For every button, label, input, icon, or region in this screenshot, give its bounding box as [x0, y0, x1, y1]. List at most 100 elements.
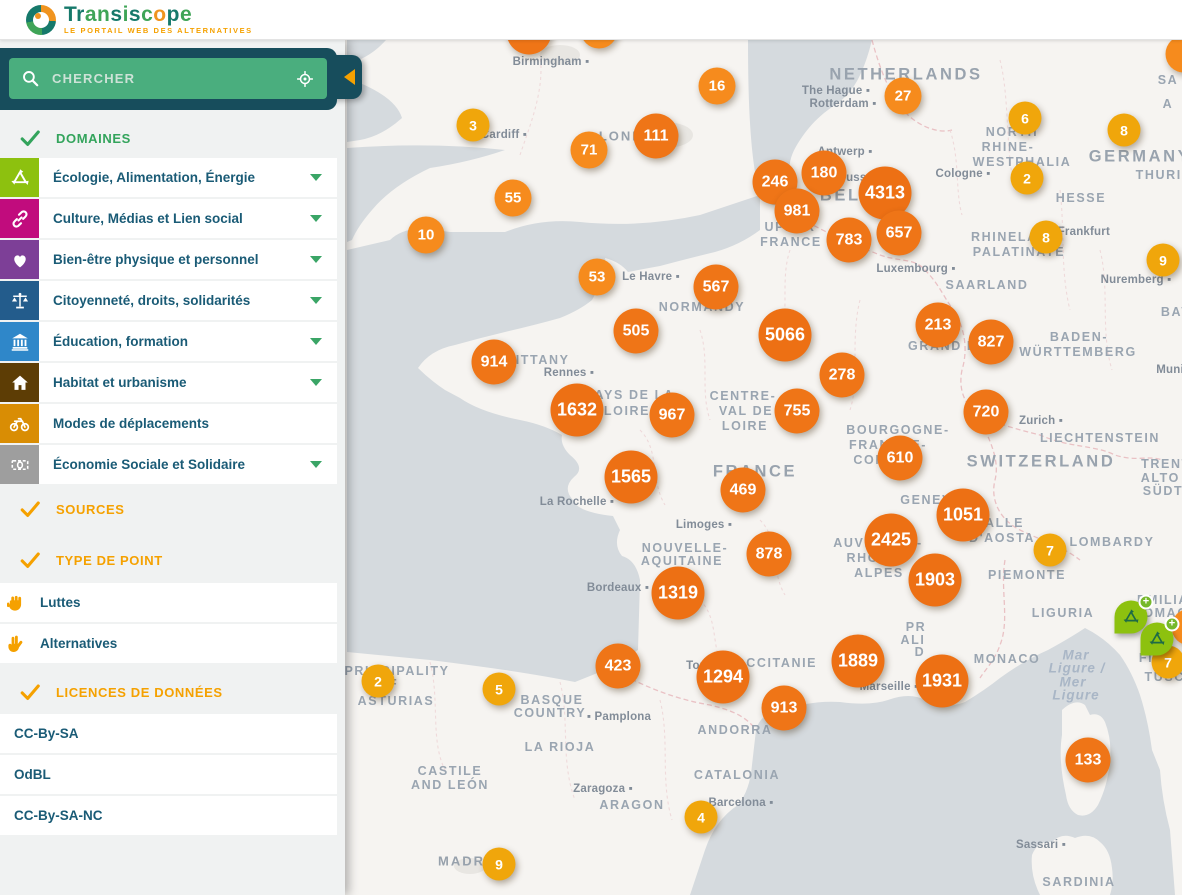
scales-icon — [0, 281, 39, 320]
cluster-marker[interactable]: 2 — [362, 665, 395, 698]
map-label: NOUVELLE- — [642, 541, 729, 555]
chevron-down-icon[interactable] — [310, 379, 322, 386]
sidebar-item-licence-cc-by-sa-nc[interactable]: CC-By-SA-NC — [0, 796, 337, 835]
bank-icon — [0, 322, 39, 361]
cluster-marker[interactable]: 3 — [457, 109, 490, 142]
cluster-marker[interactable] — [1166, 36, 1182, 73]
sidebar-item-economie-sociale[interactable]: Économie Sociale et Solidaire — [0, 445, 337, 484]
chevron-down-icon[interactable] — [310, 215, 322, 222]
section-heading-sources[interactable]: SOURCES — [0, 492, 345, 526]
chevron-down-icon[interactable] — [310, 338, 322, 345]
heart-icon — [0, 240, 39, 279]
cluster-marker[interactable]: 1903 — [909, 554, 962, 607]
locate-icon[interactable] — [295, 69, 315, 89]
sidebar-item-label: CC-By-SA — [0, 726, 79, 741]
cluster-marker[interactable]: 1632 — [551, 384, 604, 437]
map-label: ANDORRA — [697, 723, 772, 737]
chevron-down-icon[interactable] — [310, 174, 322, 181]
transiscope-logo[interactable]: Transiscope LE PORTAIL WEB DES ALTERNATI… — [26, 5, 253, 35]
cluster-marker[interactable]: 1889 — [832, 635, 885, 688]
cluster-marker[interactable]: 10 — [408, 217, 445, 254]
cluster-marker[interactable]: 5066 — [759, 309, 812, 362]
home-icon — [0, 363, 39, 402]
sidebar-item-licence-odbl[interactable]: OdBL — [0, 755, 337, 794]
map-label: A — [1163, 97, 1174, 111]
cluster-marker[interactable]: 7 — [1034, 534, 1067, 567]
search-input[interactable] — [52, 71, 295, 86]
sidebar-item-ecologie[interactable]: Écologie, Alimentation, Énergie — [0, 158, 337, 197]
cluster-marker[interactable]: 1319 — [652, 567, 705, 620]
sidebar-item-licence-cc-by-sa[interactable]: CC-By-SA — [0, 714, 337, 753]
section-heading-type-de-point[interactable]: TYPE DE POINT — [0, 542, 345, 578]
section-heading-domaines[interactable]: DOMAINES — [0, 118, 345, 158]
cluster-marker[interactable]: 8 — [1108, 114, 1141, 147]
map-label: Zaragoza ▪ — [573, 783, 633, 795]
top-header: Transiscope LE PORTAIL WEB DES ALTERNATI… — [0, 0, 1182, 40]
map-label: Luxembourg ▪ — [876, 263, 955, 275]
map-label: FRANCE — [760, 235, 822, 249]
cluster-marker[interactable]: 1931 — [916, 655, 969, 708]
cluster-marker[interactable]: 6 — [1009, 102, 1042, 135]
cluster-marker[interactable]: 9 — [483, 848, 516, 881]
cluster-marker[interactable]: 783 — [827, 218, 872, 263]
sidebar-item-citoyennete[interactable]: Citoyenneté, droits, solidarités — [0, 281, 337, 320]
map-label: Cologne ▪ — [935, 168, 990, 180]
map-label: Le Havre ▪ — [622, 271, 680, 283]
cluster-marker[interactable]: 469 — [721, 468, 766, 513]
cluster-marker[interactable]: 2425 — [865, 514, 918, 567]
cluster-marker[interactable]: 213 — [916, 303, 961, 348]
cluster-marker[interactable]: 720 — [964, 390, 1009, 435]
cluster-marker[interactable]: 878 — [747, 532, 792, 577]
sidebar-item-modes-deplacements[interactable]: Modes de déplacements — [0, 404, 337, 443]
map-label: The Hague ▪ — [802, 85, 870, 97]
cluster-marker[interactable]: 913 — [762, 686, 807, 731]
filter-menu: DOMAINES Écologie, Alimentation, Énergie — [0, 40, 345, 835]
cluster-marker[interactable]: 967 — [650, 393, 695, 438]
cluster-marker[interactable]: 278 — [820, 353, 865, 398]
cluster-marker[interactable]: 133 — [1066, 738, 1111, 783]
map-label: Limoges ▪ — [676, 519, 732, 531]
cluster-marker[interactable]: 505 — [614, 309, 659, 354]
chevron-down-icon[interactable] — [310, 297, 322, 304]
map-label: TRENT — [1141, 457, 1182, 471]
sidebar-item-habitat[interactable]: Habitat et urbanisme — [0, 363, 337, 402]
cluster-marker[interactable]: 567 — [694, 265, 739, 310]
cluster-marker[interactable]: 1051 — [937, 489, 990, 542]
cluster-marker[interactable]: 71 — [571, 132, 608, 169]
cluster-marker[interactable]: 53 — [579, 259, 616, 296]
cluster-marker[interactable]: 981 — [775, 189, 820, 234]
sidebar-item-bien-etre[interactable]: Bien-être physique et personnel — [0, 240, 337, 279]
cluster-marker[interactable]: 610 — [878, 436, 923, 481]
sidebar-item-alternatives[interactable]: Alternatives — [0, 624, 337, 663]
collapse-arrow-icon — [344, 69, 355, 85]
chevron-down-icon[interactable] — [310, 256, 322, 263]
sidebar-item-education[interactable]: Éducation, formation — [0, 322, 337, 361]
cluster-marker[interactable]: 55 — [495, 180, 532, 217]
section-heading-licences[interactable]: LICENCES DE DONNÉES — [0, 675, 345, 709]
cluster-marker[interactable]: 9 — [1147, 244, 1180, 277]
cluster-marker[interactable]: 8 — [1030, 221, 1063, 254]
cluster-marker[interactable]: 827 — [969, 320, 1014, 365]
cluster-marker[interactable]: 657 — [877, 211, 922, 256]
sidebar-item-luttes[interactable]: Luttes — [0, 583, 337, 622]
cluster-marker[interactable]: 5 — [483, 673, 516, 706]
cluster-marker[interactable]: 1565 — [605, 451, 658, 504]
cluster-marker[interactable]: 755 — [775, 389, 820, 434]
sidebar-item-label: Luttes — [30, 595, 81, 610]
cluster-marker[interactable]: 914 — [472, 340, 517, 385]
map-label: ▪ Pamplona — [587, 711, 651, 723]
alternative-pin-marker[interactable]: + — [1141, 623, 1174, 656]
cluster-marker[interactable]: 111 — [634, 114, 679, 159]
sidebar-item-label: Économie Sociale et Solidaire — [39, 457, 245, 472]
cluster-marker[interactable]: 27 — [885, 78, 922, 115]
cluster-marker[interactable]: 2 — [1011, 162, 1044, 195]
map-label: SÜDT — [1143, 484, 1182, 498]
chevron-down-icon[interactable] — [310, 461, 322, 468]
sidebar-item-culture[interactable]: Culture, Médias et Lien social — [0, 199, 337, 238]
cluster-marker[interactable]: 180 — [802, 151, 847, 196]
cluster-marker[interactable]: 4 — [685, 801, 718, 834]
cluster-marker[interactable]: 1294 — [697, 651, 750, 704]
cluster-marker[interactable]: 423 — [596, 644, 641, 689]
cluster-marker[interactable]: 16 — [699, 68, 736, 105]
brand-name: Transiscope — [64, 5, 253, 25]
